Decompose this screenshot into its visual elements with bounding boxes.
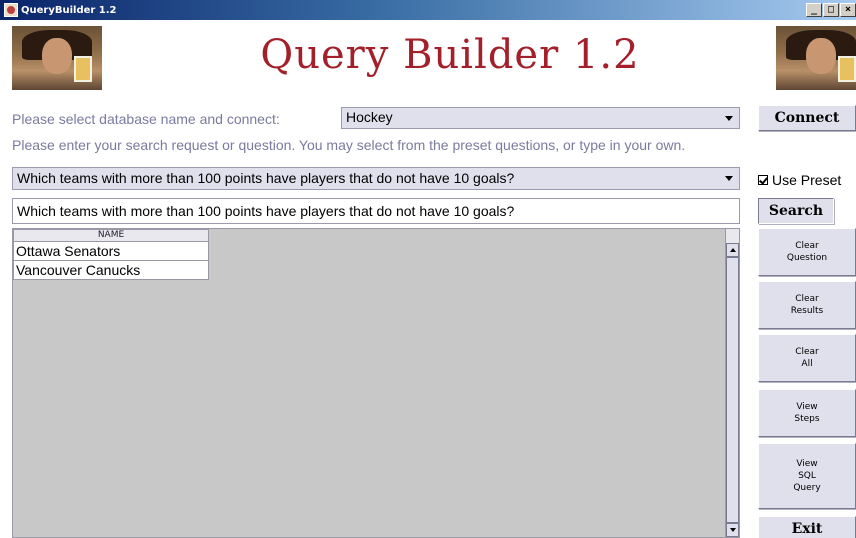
- preset-question-select[interactable]: Which teams with more than 100 points ha…: [12, 167, 740, 190]
- arrow-down-icon: [730, 528, 736, 532]
- clear-all-button[interactable]: Clear All: [758, 334, 856, 382]
- search-button[interactable]: Search: [758, 198, 834, 224]
- question-input[interactable]: Which teams with more than 100 points ha…: [12, 198, 740, 224]
- table-row[interactable]: Ottawa Senators: [13, 242, 209, 261]
- view-sql-query-button[interactable]: View SQL Query: [758, 443, 856, 509]
- use-preset-label: Use Preset: [772, 172, 842, 188]
- scrollbar-thumb[interactable]: [726, 257, 739, 523]
- results-panel[interactable]: NAME Ottawa Senators Vancouver Canucks: [12, 228, 740, 538]
- clear-results-button[interactable]: Clear Results: [758, 281, 856, 329]
- question-input-value: Which teams with more than 100 points ha…: [17, 203, 515, 219]
- checkbox-checked-icon[interactable]: [758, 175, 768, 185]
- preset-selected-value: Which teams with more than 100 points ha…: [17, 170, 515, 186]
- question-instruction: Please enter your search request or ques…: [12, 137, 686, 153]
- window-title: QueryBuilder 1.2: [21, 4, 117, 16]
- window-titlebar[interactable]: QueryBuilder 1.2 _ □ ×: [0, 0, 856, 20]
- results-table: NAME Ottawa Senators Vancouver Canucks: [13, 229, 209, 280]
- table-row[interactable]: Vancouver Canucks: [13, 261, 209, 280]
- column-header-name[interactable]: NAME: [13, 229, 209, 242]
- scroll-down-button[interactable]: [726, 523, 739, 537]
- portrait-image-left: [12, 26, 102, 90]
- connect-button[interactable]: Connect: [758, 105, 856, 131]
- app-title: Query Builder 1.2: [260, 32, 640, 78]
- chevron-down-icon: [725, 116, 733, 121]
- maximize-button[interactable]: □: [823, 3, 839, 17]
- app-icon: [4, 3, 18, 17]
- exit-button[interactable]: Exit: [758, 516, 856, 538]
- use-preset-checkbox[interactable]: Use Preset: [758, 172, 841, 188]
- database-selected-value: Hockey: [346, 109, 393, 125]
- arrow-up-icon: [730, 248, 736, 252]
- minimize-button[interactable]: _: [806, 3, 822, 17]
- window-controls: _ □ ×: [806, 3, 856, 17]
- clear-question-button[interactable]: Clear Question: [758, 228, 856, 276]
- database-label: Please select database name and connect:: [12, 111, 280, 127]
- vertical-scrollbar[interactable]: [725, 229, 739, 537]
- portrait-image-right: [776, 26, 856, 90]
- header-banner: Query Builder 1.2: [0, 20, 856, 96]
- view-steps-button[interactable]: View Steps: [758, 389, 856, 437]
- scroll-up-button[interactable]: [726, 243, 739, 257]
- database-select[interactable]: Hockey: [341, 107, 740, 129]
- close-button[interactable]: ×: [840, 3, 856, 17]
- chevron-down-icon: [725, 176, 733, 181]
